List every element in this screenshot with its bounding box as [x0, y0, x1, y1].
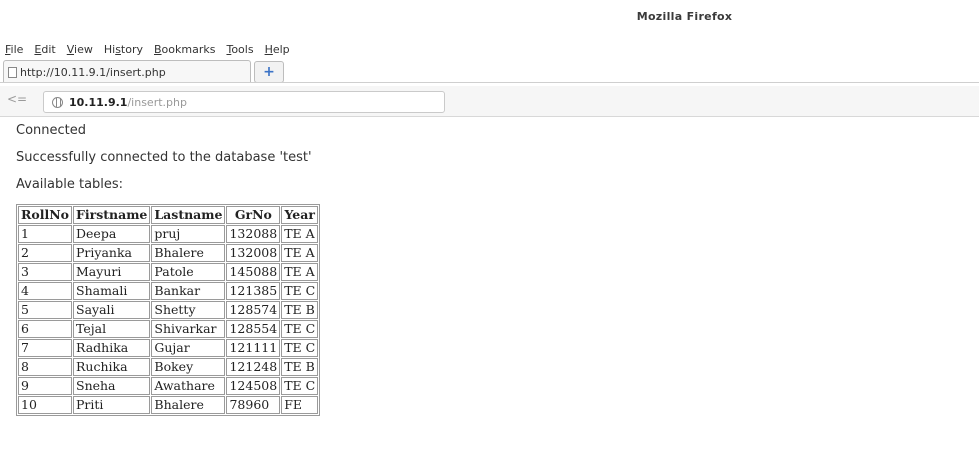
cell-lastname: pruj [151, 225, 226, 243]
status-database: Successfully connected to the database '… [16, 150, 312, 165]
table-row: 7 Radhika Gujar 121111 TE C [18, 339, 319, 357]
cell-rollno: 10 [18, 396, 72, 414]
plus-icon: + [263, 64, 275, 80]
menu-file[interactable]: File [5, 43, 23, 56]
cell-rollno: 3 [18, 263, 72, 281]
window-title: Mozilla Firefox [636, 10, 733, 23]
globe-icon [52, 96, 63, 108]
table-row: 2 Priyanka Bhalere 132008 TE A [18, 244, 319, 262]
cell-grno: 128574 [226, 301, 281, 319]
title-bar: Mozilla Firefox [0, 0, 979, 38]
cell-grno: 121385 [226, 282, 281, 300]
cell-lastname: Bankar [151, 282, 226, 300]
table-row: 5 Sayali Shetty 128574 TE B [18, 301, 319, 319]
cell-firstname: Ruchika [73, 358, 151, 376]
table-row: 1 Deepa pruj 132088 TE A [18, 225, 319, 243]
cell-rollno: 7 [18, 339, 72, 357]
cell-year: TE A [281, 263, 319, 281]
url-bar[interactable]: 10.11.9.1/insert.php [43, 91, 445, 113]
cell-grno: 132088 [226, 225, 281, 243]
cell-year: FE [281, 396, 319, 414]
tables-heading: Available tables: [16, 177, 124, 192]
cell-lastname: Shetty [151, 301, 226, 319]
cell-firstname: Shamali [73, 282, 151, 300]
menu-edit[interactable]: Edit [34, 43, 55, 56]
cell-firstname: Priyanka [73, 244, 151, 262]
cell-year: TE C [281, 282, 319, 300]
cell-year: TE B [281, 301, 319, 319]
cell-year: TE C [281, 377, 319, 395]
page-content: Connected Successfully connected to the … [0, 117, 979, 416]
cell-rollno: 6 [18, 320, 72, 338]
menu-bookmarks[interactable]: Bookmarks [154, 43, 215, 56]
cell-firstname: Deepa [73, 225, 151, 243]
cell-rollno: 2 [18, 244, 72, 262]
tab-bar: http://10.11.9.1/insert.php + [0, 60, 979, 86]
cell-year: TE A [281, 225, 319, 243]
header-year: Year [281, 206, 319, 224]
cell-rollno: 1 [18, 225, 72, 243]
cell-grno: 121111 [226, 339, 281, 357]
header-lastname: Lastname [151, 206, 226, 224]
header-rollno: RollNo [18, 206, 72, 224]
page-icon [8, 66, 17, 78]
cell-grno: 145088 [226, 263, 281, 281]
cell-lastname: Bokey [151, 358, 226, 376]
table-header-row: RollNo Firstname Lastname GrNo Year [18, 206, 319, 224]
students-table: RollNo Firstname Lastname GrNo Year 1 Dee… [16, 204, 321, 416]
cell-rollno: 4 [18, 282, 72, 300]
menu-tools[interactable]: Tools [226, 43, 253, 56]
cell-rollno: 5 [18, 301, 72, 319]
table-row: 6 Tejal Shivarkar 128554 TE C [18, 320, 319, 338]
table-row: 10 Priti Bhalere 78960 FE [18, 396, 319, 414]
cell-year: TE A [281, 244, 319, 262]
cell-lastname: Patole [151, 263, 226, 281]
menu-view[interactable]: View [67, 43, 93, 56]
url-host: 10.11.9.1 [69, 95, 128, 109]
url-path: /insert.php [127, 95, 187, 109]
back-button[interactable]: <= [7, 92, 37, 110]
menu-history[interactable]: History [104, 43, 143, 56]
cell-lastname: Gujar [151, 339, 226, 357]
new-tab-button[interactable]: + [254, 61, 284, 83]
cell-grno: 78960 [226, 396, 281, 414]
back-arrow-icon: <= [7, 92, 28, 106]
cell-grno: 124508 [226, 377, 281, 395]
menu-help[interactable]: Help [265, 43, 290, 56]
cell-grno: 128554 [226, 320, 281, 338]
cell-year: TE B [281, 358, 319, 376]
table-row: 9 Sneha Awathare 124508 TE C [18, 377, 319, 395]
navigation-bar: <= 10.11.9.1/insert.php [0, 86, 979, 117]
status-connected: Connected [16, 123, 87, 138]
header-grno: GrNo [226, 206, 281, 224]
cell-rollno: 8 [18, 358, 72, 376]
table-row: 3 Mayuri Patole 145088 TE A [18, 263, 319, 281]
header-firstname: Firstname [73, 206, 151, 224]
cell-firstname: Mayuri [73, 263, 151, 281]
cell-firstname: Sayali [73, 301, 151, 319]
tab-title: http://10.11.9.1/insert.php [20, 65, 166, 79]
cell-lastname: Awathare [151, 377, 226, 395]
menu-bar: File Edit View History Bookmarks Tools H… [0, 38, 979, 60]
cell-firstname: Radhika [73, 339, 151, 357]
cell-lastname: Shivarkar [151, 320, 226, 338]
cell-firstname: Priti [73, 396, 151, 414]
cell-firstname: Tejal [73, 320, 151, 338]
cell-year: TE C [281, 320, 319, 338]
cell-lastname: Bhalere [151, 396, 226, 414]
tab-insert-php[interactable]: http://10.11.9.1/insert.php [3, 60, 251, 83]
table-row: 4 Shamali Bankar 121385 TE C [18, 282, 319, 300]
cell-grno: 132008 [226, 244, 281, 262]
tab-divider [0, 82, 979, 83]
cell-grno: 121248 [226, 358, 281, 376]
cell-year: TE C [281, 339, 319, 357]
cell-rollno: 9 [18, 377, 72, 395]
cell-lastname: Bhalere [151, 244, 226, 262]
table-row: 8 Ruchika Bokey 121248 TE B [18, 358, 319, 376]
cell-firstname: Sneha [73, 377, 151, 395]
